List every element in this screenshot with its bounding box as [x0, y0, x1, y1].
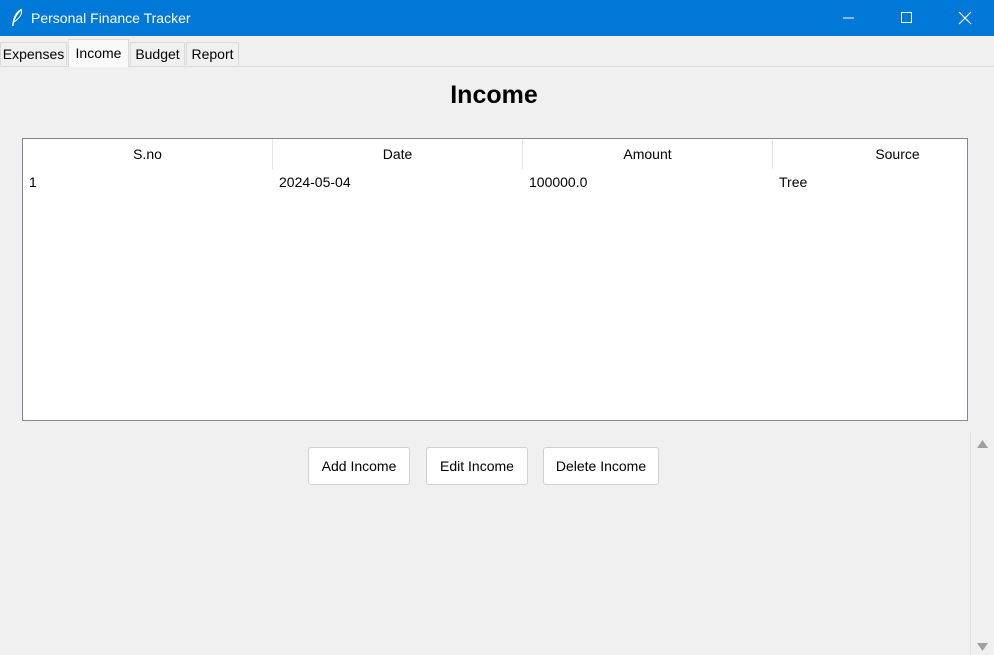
income-table[interactable]: S.no Date Amount Source 1 2024-05-04 100… [22, 138, 968, 421]
vertical-scrollbar[interactable] [970, 432, 994, 655]
scroll-down-arrow-icon[interactable] [977, 643, 988, 651]
tab-bar: Expenses Income Budget Report [0, 37, 994, 67]
add-income-button[interactable]: Add Income [308, 447, 410, 485]
minimize-button[interactable] [820, 0, 878, 36]
title-bar[interactable]: Personal Finance Tracker [0, 0, 994, 36]
delete-income-button[interactable]: Delete Income [543, 447, 659, 485]
minimize-icon [843, 17, 854, 19]
close-icon [958, 11, 972, 25]
column-header-sno[interactable]: S.no [23, 139, 273, 169]
cell-sno: 1 [29, 174, 37, 190]
app-window: Personal Finance Tracker Expenses Income… [0, 0, 994, 655]
table-row[interactable]: 1 2024-05-04 100000.0 Tree [23, 171, 967, 193]
scroll-up-arrow-icon[interactable] [977, 440, 988, 448]
window-title: Personal Finance Tracker [31, 10, 191, 26]
maximize-icon [901, 12, 912, 23]
page-title: Income [450, 81, 538, 109]
tab-report[interactable]: Report [186, 42, 239, 65]
column-header-source[interactable]: Source [773, 139, 967, 169]
tab-income[interactable]: Income [68, 39, 129, 67]
cell-date: 2024-05-04 [279, 174, 351, 190]
cell-source: Tree [779, 174, 808, 190]
edit-income-button[interactable]: Edit Income [426, 447, 528, 485]
tab-budget[interactable]: Budget [130, 42, 185, 65]
close-button[interactable] [936, 0, 994, 36]
table-header: S.no Date Amount Source [23, 139, 967, 169]
column-header-date[interactable]: Date [273, 139, 523, 169]
maximize-button[interactable] [878, 0, 936, 36]
tab-expenses[interactable]: Expenses [0, 42, 67, 65]
cell-amount: 100000.0 [529, 174, 588, 190]
column-header-amount[interactable]: Amount [523, 139, 773, 169]
feather-icon [9, 8, 25, 28]
